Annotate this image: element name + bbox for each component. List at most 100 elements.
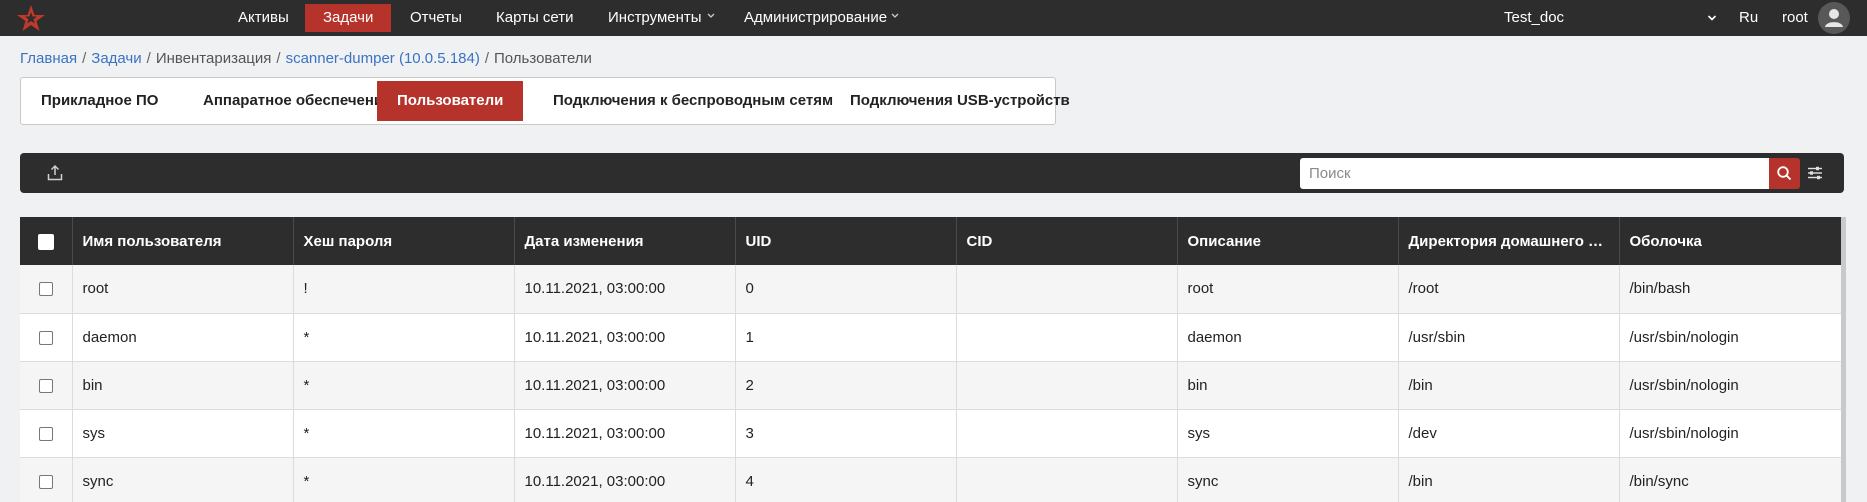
search-button[interactable] (1769, 158, 1800, 189)
cell-modified-date: 10.11.2021, 03:00:00 (514, 265, 736, 314)
cell-password-hash: * (293, 361, 515, 410)
breadcrumb-separator: / (484, 50, 490, 67)
tab-wireless-connections[interactable]: Подключения к беспроводным сетям (533, 81, 853, 121)
cell-cid (956, 265, 1178, 314)
column-header-uid[interactable]: UID (735, 217, 957, 265)
chevron-down-icon[interactable] (1707, 13, 1717, 23)
breadcrumb-separator: / (276, 50, 281, 67)
column-header-cid[interactable]: CID (956, 217, 1178, 265)
row-select-cell (20, 265, 73, 314)
table-row[interactable]: bin * 10.11.2021, 03:00:00 2 bin /bin /u… (20, 361, 1842, 410)
tab-users[interactable]: Пользователи (377, 81, 524, 121)
row-select-cell (20, 361, 73, 410)
cell-username: sync (72, 457, 294, 502)
chevron-down-icon (707, 13, 715, 18)
row-checkbox[interactable] (38, 426, 53, 441)
cell-username: sys (72, 409, 294, 458)
tab-usb-devices[interactable]: Подключения USB-устройств (830, 81, 1090, 121)
row-select-cell (20, 409, 73, 458)
language-switch[interactable]: Ru (1739, 0, 1758, 36)
cell-description: daemon (1177, 313, 1399, 362)
top-navbar: Активы Задачи Отчеты Карты сети Инструме… (0, 0, 1867, 36)
breadcrumb-separator: / (82, 50, 87, 67)
column-header-description[interactable]: Описание (1177, 217, 1399, 265)
select-all-checkbox[interactable] (37, 233, 54, 250)
cell-home-directory: /bin (1398, 361, 1620, 410)
cell-description: bin (1177, 361, 1399, 410)
search-icon (1777, 166, 1792, 181)
cell-username: daemon (72, 313, 294, 362)
workspace-selector[interactable]: Test_doc (1504, 0, 1564, 36)
column-header-shell[interactable]: Оболочка (1619, 217, 1842, 265)
table-header-row: Имя пользователя Хеш пароля Дата изменен… (20, 217, 1842, 265)
nav-assets[interactable]: Активы (220, 4, 307, 32)
cell-cid (956, 313, 1178, 362)
nav-tools[interactable]: Инструменты (590, 4, 720, 32)
column-header-password-hash[interactable]: Хеш пароля (293, 217, 515, 265)
column-header-username[interactable]: Имя пользователя (72, 217, 294, 265)
cell-shell: /bin/bash (1619, 265, 1842, 314)
cell-description: sys (1177, 409, 1399, 458)
cell-cid (956, 409, 1178, 458)
nav-tasks[interactable]: Задачи (305, 4, 392, 32)
user-name[interactable]: root (1782, 0, 1808, 36)
breadcrumb-inventory: Инвентаризация (155, 50, 272, 67)
inventory-tabs: Прикладное ПО Аппаратное обеспечение Пол… (20, 77, 1070, 125)
table-toolbar (20, 153, 1844, 193)
breadcrumb-host[interactable]: scanner-dumper (10.0.5.184) (286, 50, 480, 67)
row-checkbox[interactable] (38, 474, 53, 489)
cell-description: root (1177, 265, 1399, 314)
breadcrumb-current: Пользователи (494, 50, 592, 67)
table-row[interactable]: root ! 10.11.2021, 03:00:00 0 root /root… (20, 265, 1842, 314)
avatar[interactable] (1818, 2, 1850, 34)
table-row[interactable]: daemon * 10.11.2021, 03:00:00 1 daemon /… (20, 313, 1842, 362)
column-header-home-directory[interactable]: Директория домашнего каталога (1398, 217, 1620, 265)
tab-applications[interactable]: Прикладное ПО (21, 81, 178, 121)
cell-username: root (72, 265, 294, 314)
cell-description: sync (1177, 457, 1399, 502)
cell-uid: 3 (735, 409, 957, 458)
table-scrollbar[interactable] (1841, 217, 1846, 502)
search-input[interactable] (1300, 158, 1769, 189)
cell-modified-date: 10.11.2021, 03:00:00 (514, 361, 736, 410)
cell-shell: /usr/sbin/nologin (1619, 361, 1842, 410)
row-checkbox[interactable] (38, 330, 53, 345)
cell-home-directory: /usr/sbin (1398, 313, 1620, 362)
nav-reports[interactable]: Отчеты (392, 4, 480, 32)
cell-uid: 4 (735, 457, 957, 502)
users-table: Имя пользователя Хеш пароля Дата изменен… (20, 217, 1842, 502)
cell-username: bin (72, 361, 294, 410)
select-all-cell (20, 217, 73, 265)
cell-modified-date: 10.11.2021, 03:00:00 (514, 313, 736, 362)
cell-home-directory: /bin (1398, 457, 1620, 502)
row-checkbox[interactable] (38, 282, 53, 297)
cell-modified-date: 10.11.2021, 03:00:00 (514, 457, 736, 502)
cell-password-hash: * (293, 409, 515, 458)
cell-home-directory: /dev (1398, 409, 1620, 458)
breadcrumb-tasks[interactable]: Задачи (91, 50, 141, 67)
cell-uid: 0 (735, 265, 957, 314)
nav-network-maps[interactable]: Карты сети (478, 4, 592, 32)
user-icon (1825, 9, 1843, 27)
row-select-cell (20, 313, 73, 362)
cell-cid (956, 457, 1178, 502)
table-row[interactable]: sys * 10.11.2021, 03:00:00 3 sys /dev /u… (20, 409, 1842, 458)
cell-uid: 2 (735, 361, 957, 410)
sliders-icon[interactable] (1805, 164, 1825, 182)
nav-administration[interactable]: Администрирование (726, 4, 905, 32)
star-logo-icon[interactable] (16, 4, 46, 32)
cell-home-directory: /root (1398, 265, 1620, 314)
row-checkbox[interactable] (38, 378, 53, 393)
column-header-modified-date[interactable]: Дата изменения (514, 217, 736, 265)
cell-shell: /usr/sbin/nologin (1619, 313, 1842, 362)
cell-cid (956, 361, 1178, 410)
table-row[interactable]: sync * 10.11.2021, 03:00:00 4 sync /bin … (20, 457, 1842, 502)
breadcrumb-separator: / (146, 50, 151, 67)
upload-icon[interactable] (46, 164, 64, 182)
cell-modified-date: 10.11.2021, 03:00:00 (514, 409, 736, 458)
breadcrumb-home[interactable]: Главная (20, 50, 77, 67)
cell-password-hash: * (293, 457, 515, 502)
cell-password-hash: ! (293, 265, 515, 314)
cell-password-hash: * (293, 313, 515, 362)
cell-shell: /usr/sbin/nologin (1619, 409, 1842, 458)
